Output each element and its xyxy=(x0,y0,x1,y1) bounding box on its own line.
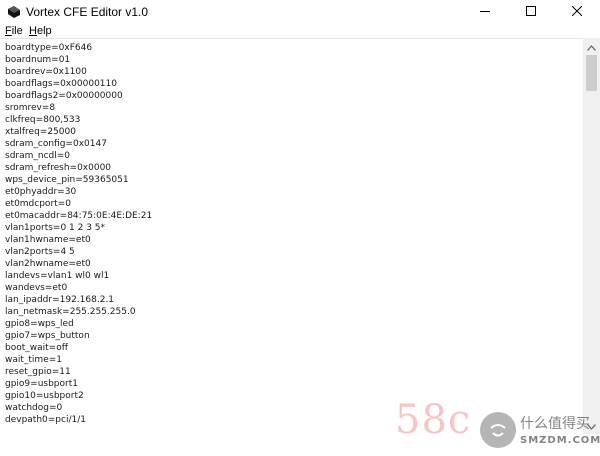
editor-line: sdram_refresh=0x0000 xyxy=(5,163,112,173)
editor-line: vlan2hwname=et0 xyxy=(5,259,91,269)
editor-line: landevs=vlan1 wl0 wl1 xyxy=(5,271,110,281)
editor-line: clkfreq=800,533 xyxy=(5,115,81,125)
editor-line: sdram_config=0x0147 xyxy=(5,139,107,149)
scroll-thumb[interactable] xyxy=(586,55,597,91)
vertical-scrollbar[interactable] xyxy=(583,38,600,434)
editor-line: boardrev=0x1100 xyxy=(5,67,87,77)
editor-line: lan_ipaddr=192.168.2.1 xyxy=(5,295,115,305)
editor-window: Vortex CFE Editor v1.0 File Help boardty… xyxy=(0,0,600,456)
editor-line: vlan1ports=0 1 2 3 5* xyxy=(5,223,106,233)
editor-line: vlan1hwname=et0 xyxy=(5,235,91,245)
editor-line: gpio7=wps_button xyxy=(5,331,90,341)
editor-line: vlan2ports=4 5 xyxy=(5,247,75,257)
editor-line: gpio8=wps_led xyxy=(5,319,74,329)
editor-line: et0phyaddr=30 xyxy=(5,187,77,197)
menu-file-label: ile xyxy=(11,25,23,37)
editor-line: reset_gpio=11 xyxy=(5,367,71,377)
editor-line: et0mdcport=0 xyxy=(5,199,71,209)
editor-line: wandevs=et0 xyxy=(5,283,68,293)
watermark-site-name: 什么值得买 xyxy=(520,416,590,432)
minimize-button[interactable] xyxy=(462,0,508,24)
editor-line: boardflags2=0x00000000 xyxy=(5,91,123,101)
close-button[interactable] xyxy=(554,0,600,24)
editor-line: boot_wait=off xyxy=(5,343,68,353)
editor-line: devpath0=pci/1/1 xyxy=(5,415,86,425)
editor-line: boardtype=0xF646 xyxy=(5,43,93,53)
editor-line: sromrev=8 xyxy=(5,103,56,113)
window-title: Vortex CFE Editor v1.0 xyxy=(26,5,149,19)
editor-line: sdram_ncdl=0 xyxy=(5,151,71,161)
vortex-app-icon[interactable] xyxy=(6,4,22,20)
watermark-site-domain: SMZDM.COM xyxy=(520,435,600,446)
editor-line: xtalfreq=25000 xyxy=(5,127,76,137)
watermark-58-text: 58c xyxy=(395,397,472,443)
editor-line: boardnum=01 xyxy=(5,55,71,65)
menu-help-accelerator: H xyxy=(29,25,37,37)
editor-line: lan_netmask=255.255.255.0 xyxy=(5,307,136,317)
maximize-icon xyxy=(526,3,536,21)
minimize-icon xyxy=(480,3,490,21)
text-editor-area[interactable]: boardtype=0xF646 boardnum=01 boardrev=0x11… xyxy=(0,38,583,435)
editor-line: gpio10=usbport2 xyxy=(5,391,84,401)
menu-bar: File Help xyxy=(0,24,600,38)
maximize-button[interactable] xyxy=(508,0,554,24)
smzdm-logo-icon xyxy=(480,412,516,448)
editor-line: et0macaddr=84:75:0E:4E:DE:21 xyxy=(5,211,153,221)
menu-file[interactable]: File xyxy=(5,24,23,38)
editor-line: wait_time=1 xyxy=(5,355,63,365)
close-icon xyxy=(571,3,583,21)
nvram-lines: boardtype=0xF646 boardnum=01 boardrev=0x11… xyxy=(5,42,152,426)
menu-help-label: elp xyxy=(36,25,52,37)
editor-line: gpio9=usbport1 xyxy=(5,379,78,389)
editor-line: boardflags=0x00000110 xyxy=(5,79,117,89)
menu-help[interactable]: Help xyxy=(29,24,52,38)
scroll-up-arrow-icon xyxy=(587,38,596,56)
title-bar[interactable]: Vortex CFE Editor v1.0 xyxy=(0,0,600,24)
scroll-up-button[interactable] xyxy=(583,38,600,55)
menu-file-accelerator: F xyxy=(5,25,12,37)
editor-line: wps_device_pin=59365051 xyxy=(5,175,129,185)
editor-line: watchdog=0 xyxy=(5,403,63,413)
